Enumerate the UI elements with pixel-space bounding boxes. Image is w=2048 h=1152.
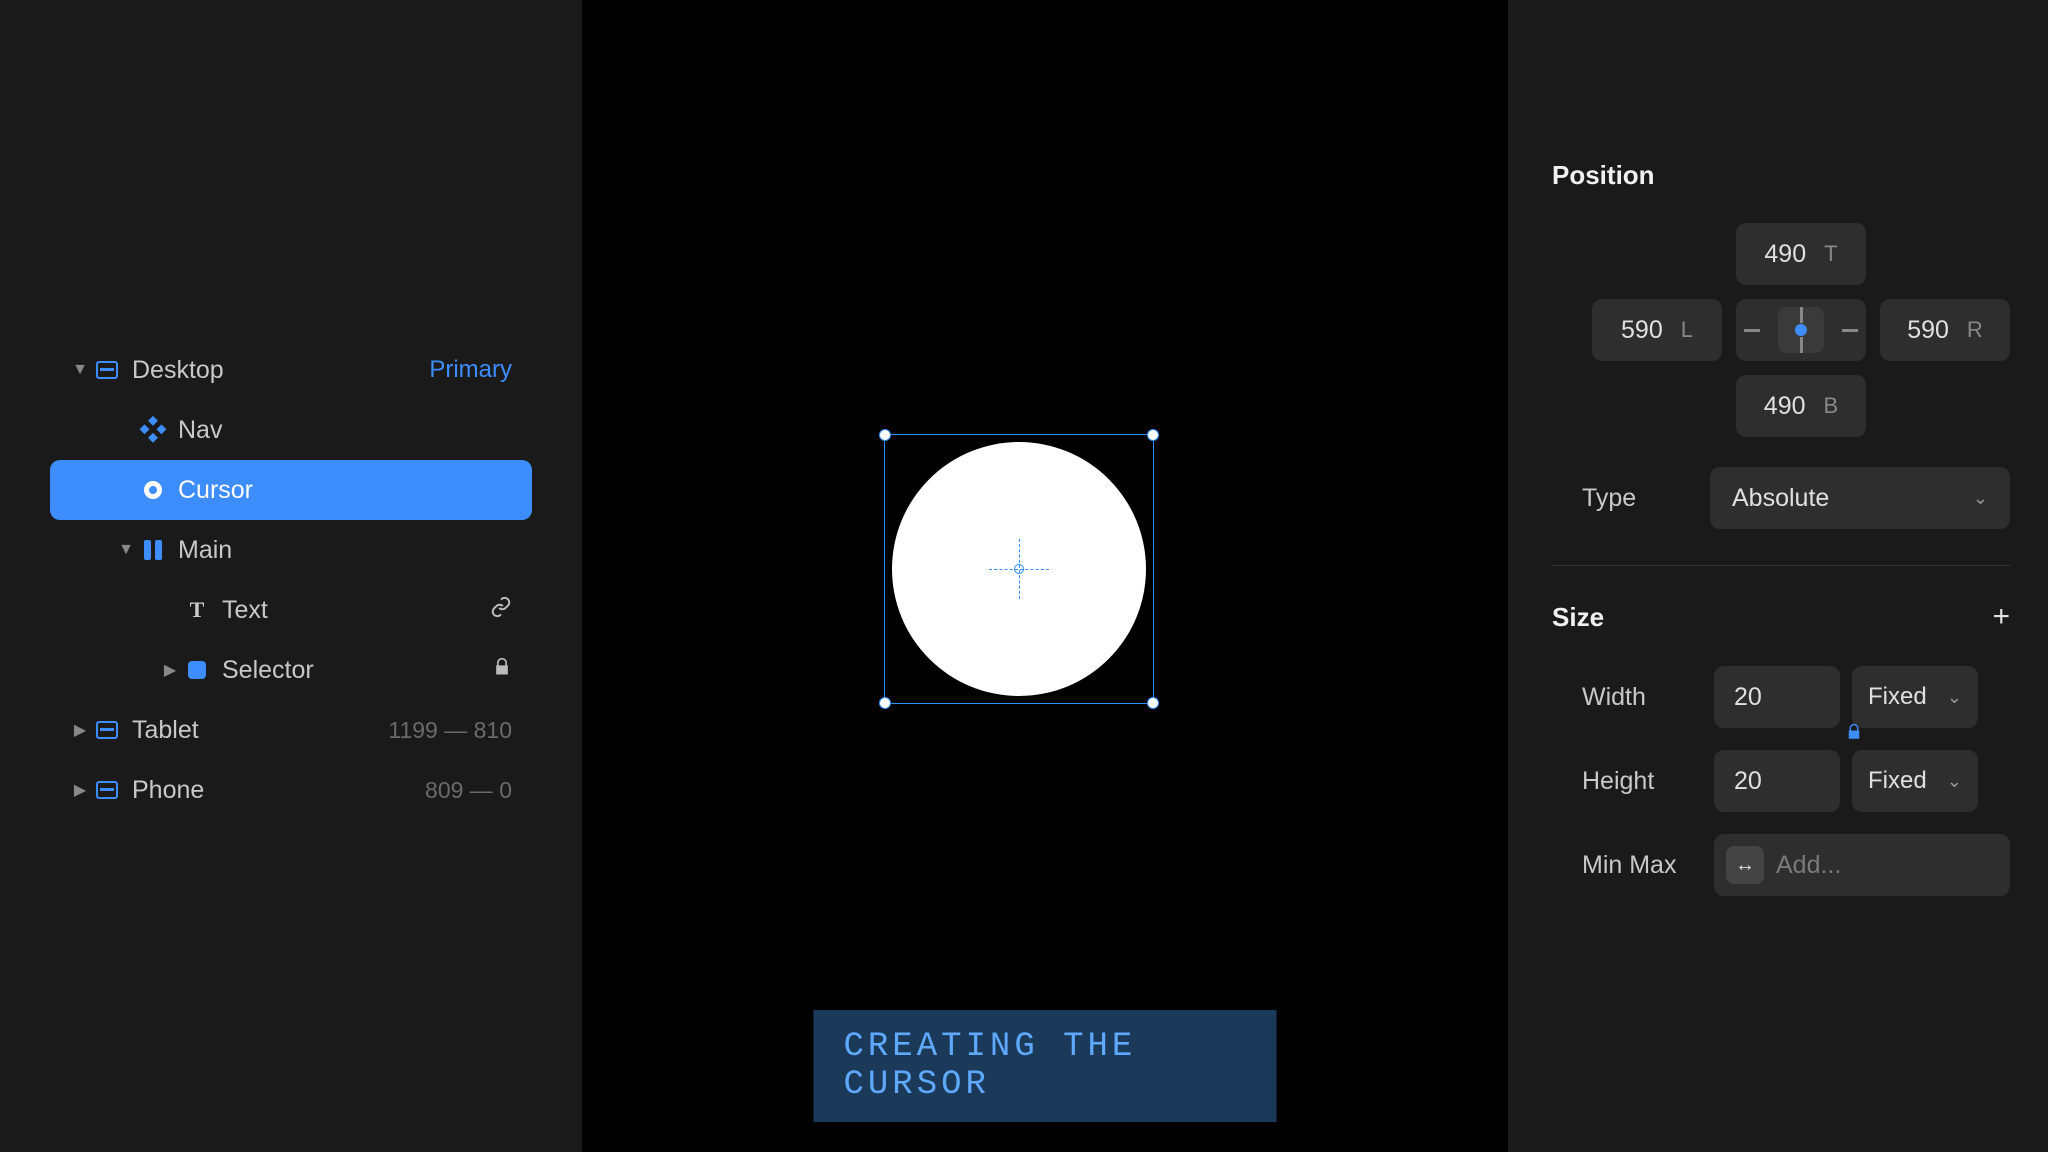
size-section-title: Size — [1552, 602, 1604, 633]
chevron-right-icon: ▶ — [160, 660, 180, 680]
breakpoint-range: 1199 — 810 — [388, 717, 512, 744]
link-icon — [490, 596, 512, 624]
sidebar-item-tablet[interactable]: ▶ Tablet 1199 — 810 — [50, 700, 532, 760]
center-crosshair — [989, 539, 1049, 599]
width-mode-dropdown[interactable]: Fixed ⌄ — [1852, 666, 1978, 728]
sidebar-item-selector[interactable]: ▶ Selector — [50, 640, 532, 700]
resize-handle-bl[interactable] — [879, 697, 891, 709]
sidebar-item-cursor[interactable]: Cursor — [50, 460, 532, 520]
layer-label: Cursor — [170, 476, 512, 505]
chevron-down-icon: ⌄ — [1973, 488, 1988, 509]
box-icon — [180, 661, 214, 679]
height-input[interactable]: 20 — [1714, 750, 1840, 812]
layer-label: Nav — [170, 416, 512, 445]
layer-label: Desktop — [124, 356, 429, 385]
aspect-lock-icon[interactable] — [1843, 721, 1865, 743]
layer-label: Tablet — [124, 716, 388, 745]
minmax-label: Min Max — [1552, 851, 1702, 880]
position-right-input[interactable]: 590 R — [1880, 299, 2010, 361]
position-left-input[interactable]: 590 L — [1592, 299, 1722, 361]
chevron-right-icon: ▶ — [70, 720, 90, 740]
frame-icon — [90, 361, 124, 379]
add-size-button[interactable]: + — [1992, 600, 2010, 634]
chevron-down-icon: ▼ — [116, 541, 136, 559]
sidebar-item-main[interactable]: ▼ Main — [50, 520, 532, 580]
chevron-down-icon: ⌄ — [1947, 771, 1962, 792]
sidebar-item-desktop[interactable]: ▼ Desktop Primary — [50, 340, 532, 400]
layer-label: Phone — [124, 776, 425, 805]
position-top-input[interactable]: 490 T — [1736, 223, 1866, 285]
circle-icon — [136, 481, 170, 499]
frame-icon — [90, 781, 124, 799]
horizontal-arrows-icon: ↔ — [1726, 846, 1764, 884]
tutorial-caption: CREATING THE CURSOR — [814, 1010, 1277, 1122]
width-label: Width — [1552, 683, 1702, 712]
sidebar-item-phone[interactable]: ▶ Phone 809 — 0 — [50, 760, 532, 820]
position-type-label: Type — [1552, 484, 1692, 513]
layers-panel: ▼ Desktop Primary Nav Cursor ▼ Main T Te… — [0, 0, 582, 1152]
sidebar-item-nav[interactable]: Nav — [50, 400, 532, 460]
chevron-down-icon: ▼ — [70, 361, 90, 379]
breakpoint-badge: Primary — [429, 356, 512, 384]
position-bottom-input[interactable]: 490 B — [1736, 375, 1866, 437]
resize-handle-tr[interactable] — [1147, 429, 1159, 441]
anchor-selector[interactable] — [1736, 299, 1866, 361]
inspector-panel: Position 490 T 590 L 590 R 490 B — [1508, 0, 2048, 1152]
canvas[interactable]: CREATING THE CURSOR — [582, 0, 1508, 1152]
selected-element[interactable] — [884, 434, 1154, 704]
position-grid: 490 T 590 L 590 R 490 B — [1552, 223, 2010, 437]
layer-label: Selector — [214, 656, 492, 685]
layer-label: Text — [214, 596, 490, 625]
resize-handle-tl[interactable] — [879, 429, 891, 441]
position-type-dropdown[interactable]: Absolute ⌄ — [1710, 467, 2010, 529]
height-label: Height — [1552, 767, 1702, 796]
component-icon — [136, 420, 170, 440]
minmax-input[interactable]: ↔ Add... — [1714, 834, 2010, 896]
width-input[interactable]: 20 — [1714, 666, 1840, 728]
sidebar-item-text[interactable]: T Text — [50, 580, 532, 640]
breakpoint-range: 809 — 0 — [425, 777, 512, 804]
height-mode-dropdown[interactable]: Fixed ⌄ — [1852, 750, 1978, 812]
chevron-down-icon: ⌄ — [1947, 687, 1962, 708]
lock-icon — [492, 657, 512, 683]
columns-icon — [136, 540, 170, 560]
position-section-title: Position — [1552, 160, 2010, 191]
layer-label: Main — [170, 536, 512, 565]
chevron-right-icon: ▶ — [70, 780, 90, 800]
frame-icon — [90, 721, 124, 739]
text-icon: T — [180, 597, 214, 623]
resize-handle-br[interactable] — [1147, 697, 1159, 709]
section-divider — [1552, 565, 2010, 566]
